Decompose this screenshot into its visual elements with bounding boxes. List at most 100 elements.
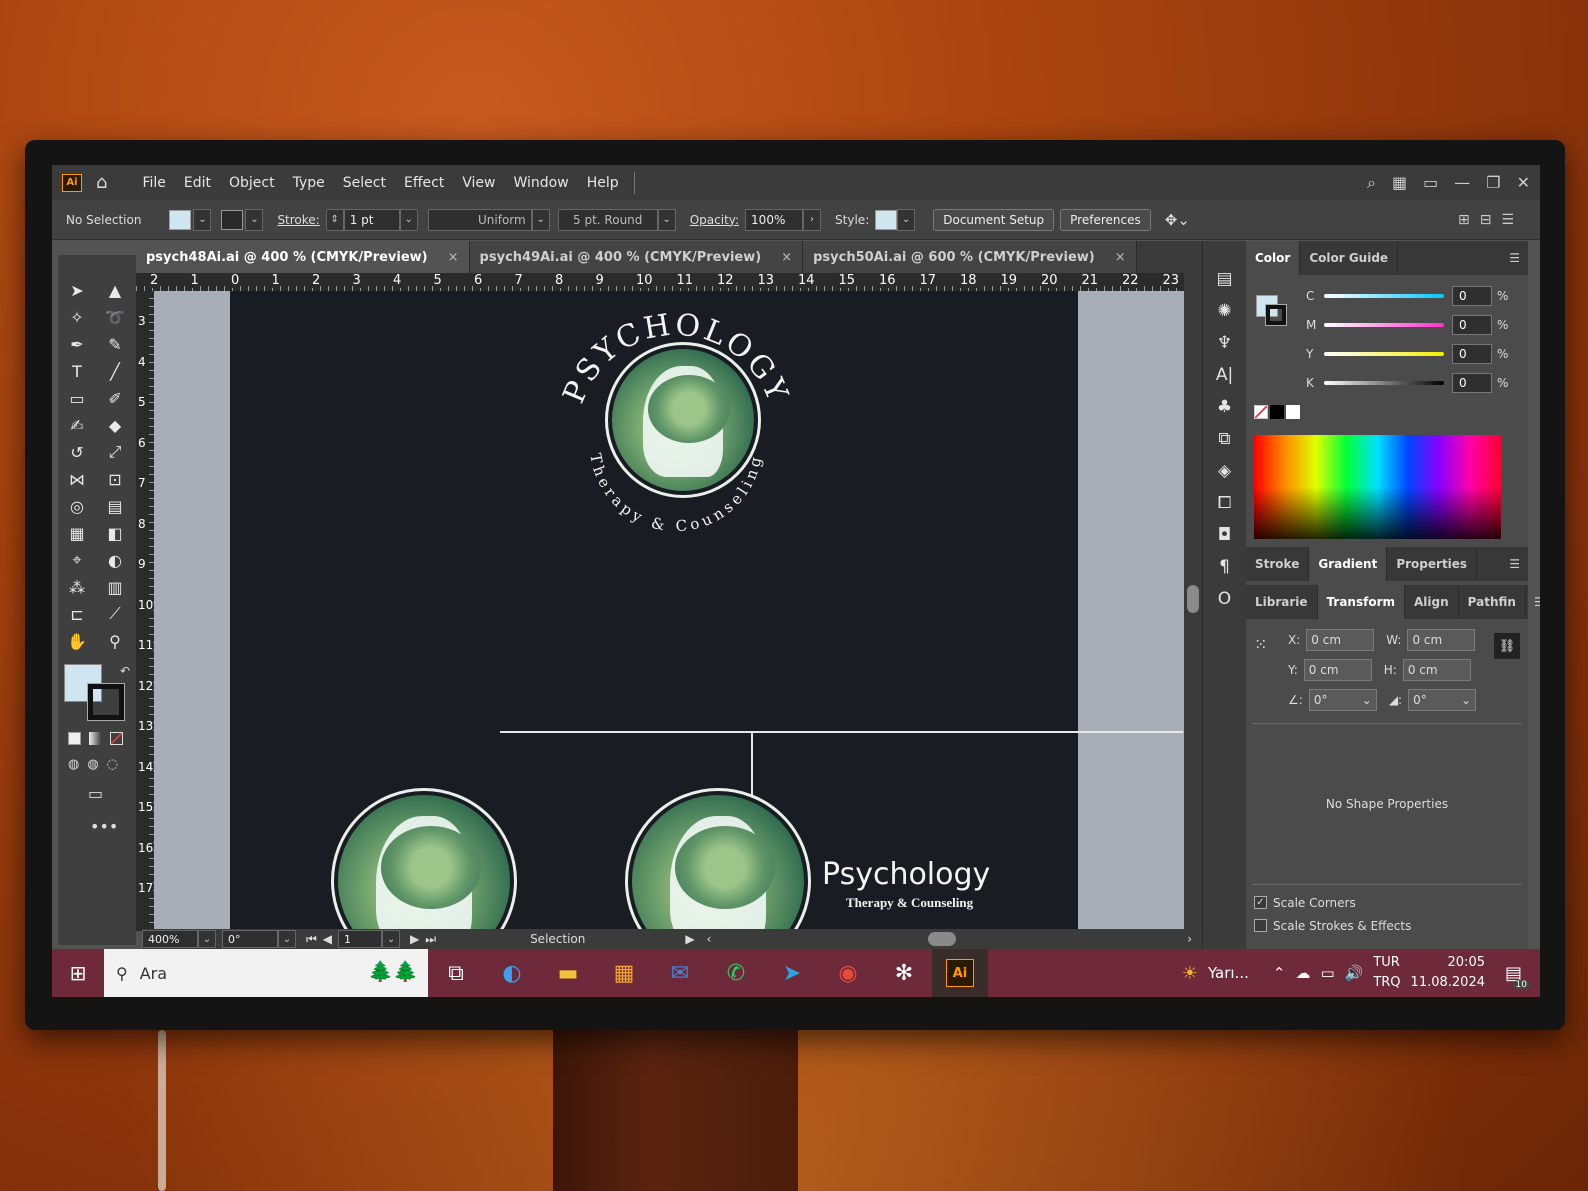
zoom-tool-icon[interactable]: ⚲ bbox=[96, 630, 134, 652]
language-indicator[interactable]: TUR TRQ bbox=[1373, 953, 1400, 993]
brush-dropdown[interactable]: ⌄ bbox=[657, 208, 676, 231]
arrange-icon[interactable]: ▭ bbox=[1423, 173, 1438, 192]
workspace-icon[interactable]: ▦ bbox=[1392, 173, 1407, 192]
rotation-field[interactable]: 0° bbox=[222, 930, 278, 948]
menu-file[interactable]: File bbox=[133, 175, 174, 191]
onedrive-icon[interactable]: ☁ bbox=[1295, 964, 1310, 982]
tab-gradient[interactable]: Gradient bbox=[1309, 547, 1388, 581]
panel-menu-icon[interactable]: ☰ bbox=[1526, 585, 1540, 619]
scroll-left-arrow[interactable]: ‹ bbox=[707, 932, 712, 946]
none-mode-icon[interactable] bbox=[110, 732, 123, 745]
scale-strokes-checkbox[interactable] bbox=[1254, 919, 1267, 932]
artboard-number-field[interactable]: 1 bbox=[338, 930, 383, 948]
telegram-icon[interactable]: ➤ bbox=[764, 949, 820, 997]
artboard-tool-icon[interactable]: ⊏ bbox=[58, 603, 96, 625]
artboard-next-icons[interactable]: ▶⏭ bbox=[410, 932, 442, 947]
mail-icon[interactable]: ✉ bbox=[652, 949, 708, 997]
task-view-icon[interactable]: ⧉ bbox=[428, 949, 484, 997]
width-tool-icon[interactable]: ⋈ bbox=[58, 468, 96, 490]
stroke-swatch[interactable] bbox=[221, 209, 244, 230]
menu-window[interactable]: Window bbox=[505, 175, 578, 191]
screen-mode-icon[interactable]: ▭ bbox=[58, 784, 136, 803]
symbols-icon[interactable]: ♣ bbox=[1203, 393, 1246, 421]
whatsapp-icon[interactable]: ✆ bbox=[708, 949, 764, 997]
panel-menu-icon[interactable]: ☰ bbox=[1501, 241, 1528, 275]
scale-strokes-option[interactable]: Scale Strokes & Effects bbox=[1246, 914, 1528, 937]
symbol-sprayer-tool-icon[interactable]: ⁂ bbox=[58, 576, 96, 598]
minimize-icon[interactable]: — bbox=[1454, 173, 1470, 192]
gradient-mode-icon[interactable] bbox=[89, 732, 102, 745]
black-slider[interactable] bbox=[1324, 380, 1444, 385]
more-tools-icon[interactable]: ••• bbox=[58, 817, 136, 836]
tab-libraries[interactable]: Librarie bbox=[1246, 585, 1318, 619]
preferences-button[interactable]: Preferences bbox=[1060, 208, 1151, 231]
swap-fill-stroke-icon[interactable]: ↶ bbox=[120, 664, 130, 678]
gradient-tool-icon[interactable]: ◧ bbox=[96, 522, 134, 544]
tab-psych49[interactable]: psych49Ai.ai @ 400 % (CMYK/Preview) × bbox=[469, 241, 804, 273]
variable-width-profile[interactable]: Uniform bbox=[427, 208, 532, 231]
stroke-color-icon[interactable] bbox=[87, 683, 125, 721]
pen-tool-icon[interactable]: ✒ bbox=[58, 333, 96, 355]
search-icon[interactable]: ⌕ bbox=[1367, 173, 1376, 193]
tab-color[interactable]: Color bbox=[1246, 241, 1301, 275]
eyedropper-tool-icon[interactable]: ⌖ bbox=[58, 549, 96, 571]
tab-stroke[interactable]: Stroke bbox=[1246, 547, 1310, 581]
eraser-tool-icon[interactable]: ◆ bbox=[96, 414, 134, 436]
menu-effect[interactable]: Effect bbox=[395, 175, 453, 191]
menu-object[interactable]: Object bbox=[220, 175, 284, 191]
network-icon[interactable]: ▭ bbox=[1320, 964, 1334, 982]
comments-icon[interactable]: ◘ bbox=[1203, 521, 1246, 549]
tab-close-icon[interactable]: × bbox=[1115, 250, 1126, 265]
selection-tool-icon[interactable]: ➤ bbox=[58, 279, 96, 301]
vertical-scrollbar[interactable] bbox=[1184, 273, 1202, 931]
chatgpt-icon[interactable]: ✻ bbox=[876, 949, 932, 997]
magenta-slider[interactable] bbox=[1324, 322, 1444, 327]
paragraph-icon[interactable]: ¶ bbox=[1203, 553, 1246, 581]
black-value[interactable]: 0 bbox=[1452, 372, 1492, 393]
edge-browser-icon[interactable]: ◐ bbox=[484, 949, 540, 997]
stroke-weight-field[interactable]: 1 pt bbox=[343, 208, 400, 231]
tab-transform[interactable]: Transform bbox=[1317, 585, 1406, 619]
notification-center-icon[interactable]: ▤ 10 bbox=[1505, 963, 1530, 990]
black-swatch[interactable] bbox=[1270, 405, 1284, 419]
panel-menu-icon[interactable]: ☰ bbox=[1501, 547, 1528, 581]
badge-logo[interactable]: PSYCHOLOGY Therapy & Counseling bbox=[556, 307, 796, 553]
shaper-tool-icon[interactable]: ✍ bbox=[58, 414, 96, 436]
column-graph-tool-icon[interactable]: ▥ bbox=[96, 576, 134, 598]
w-field[interactable]: 0 cm bbox=[1407, 629, 1476, 651]
y-field[interactable]: 0 cm bbox=[1303, 659, 1372, 681]
home-icon[interactable]: ⌂ bbox=[96, 172, 107, 193]
stroke-weight-dropdown[interactable]: ⌄ bbox=[399, 208, 418, 231]
draw-behind-icon[interactable]: ◍ bbox=[87, 757, 98, 772]
cyan-slider[interactable] bbox=[1324, 293, 1444, 298]
yellow-value[interactable]: 0 bbox=[1452, 343, 1492, 364]
file-explorer-icon[interactable]: ▬ bbox=[540, 949, 596, 997]
cyan-value[interactable]: 0 bbox=[1452, 285, 1492, 306]
draw-normal-icon[interactable]: ◍ bbox=[68, 757, 79, 772]
taskbar-search[interactable]: ⚲ Ara 🌲🌲 bbox=[104, 949, 428, 997]
graphic-style-dropdown[interactable]: ⌄ bbox=[897, 208, 916, 231]
opacity-arrow[interactable]: › bbox=[803, 208, 822, 231]
scale-corners-checkbox[interactable]: ✓ bbox=[1254, 896, 1267, 909]
horizontal-scroll-thumb[interactable] bbox=[928, 932, 956, 946]
fill-stroke-control[interactable]: ↶ bbox=[58, 662, 136, 726]
opacity-field[interactable]: 100% bbox=[745, 208, 804, 231]
tab-pathfinder[interactable]: Pathfin bbox=[1459, 585, 1526, 619]
tab-close-icon[interactable]: × bbox=[781, 250, 792, 265]
weather-text[interactable]: Yarı... bbox=[1208, 964, 1249, 982]
vertical-scroll-thumb[interactable] bbox=[1187, 585, 1199, 613]
tab-color-guide[interactable]: Color Guide bbox=[1300, 241, 1399, 275]
rotate-tool-icon[interactable]: ↺ bbox=[58, 441, 96, 463]
weather-icon[interactable]: ☀ bbox=[1182, 963, 1198, 984]
layers-icon[interactable]: ◈ bbox=[1203, 457, 1246, 485]
magenta-value[interactable]: 0 bbox=[1452, 314, 1492, 335]
white-swatch[interactable] bbox=[1286, 405, 1300, 419]
direct-selection-tool-icon[interactable]: ▲ bbox=[96, 279, 134, 301]
type-tool-icon[interactable]: T bbox=[58, 360, 96, 382]
artboard-dropdown[interactable]: ⌄ bbox=[382, 930, 401, 948]
x-field[interactable]: 0 cm bbox=[1306, 629, 1375, 651]
lasso-tool-icon[interactable]: ➰ bbox=[96, 306, 134, 328]
artboards-icon[interactable]: ⧠ bbox=[1203, 489, 1246, 517]
vertical-ruler[interactable]: 3 4 5 6 7 8 9 10 11 12 13 14 15 16 17 bbox=[136, 291, 154, 931]
stroke-stepper[interactable]: ⇕ bbox=[325, 208, 344, 231]
